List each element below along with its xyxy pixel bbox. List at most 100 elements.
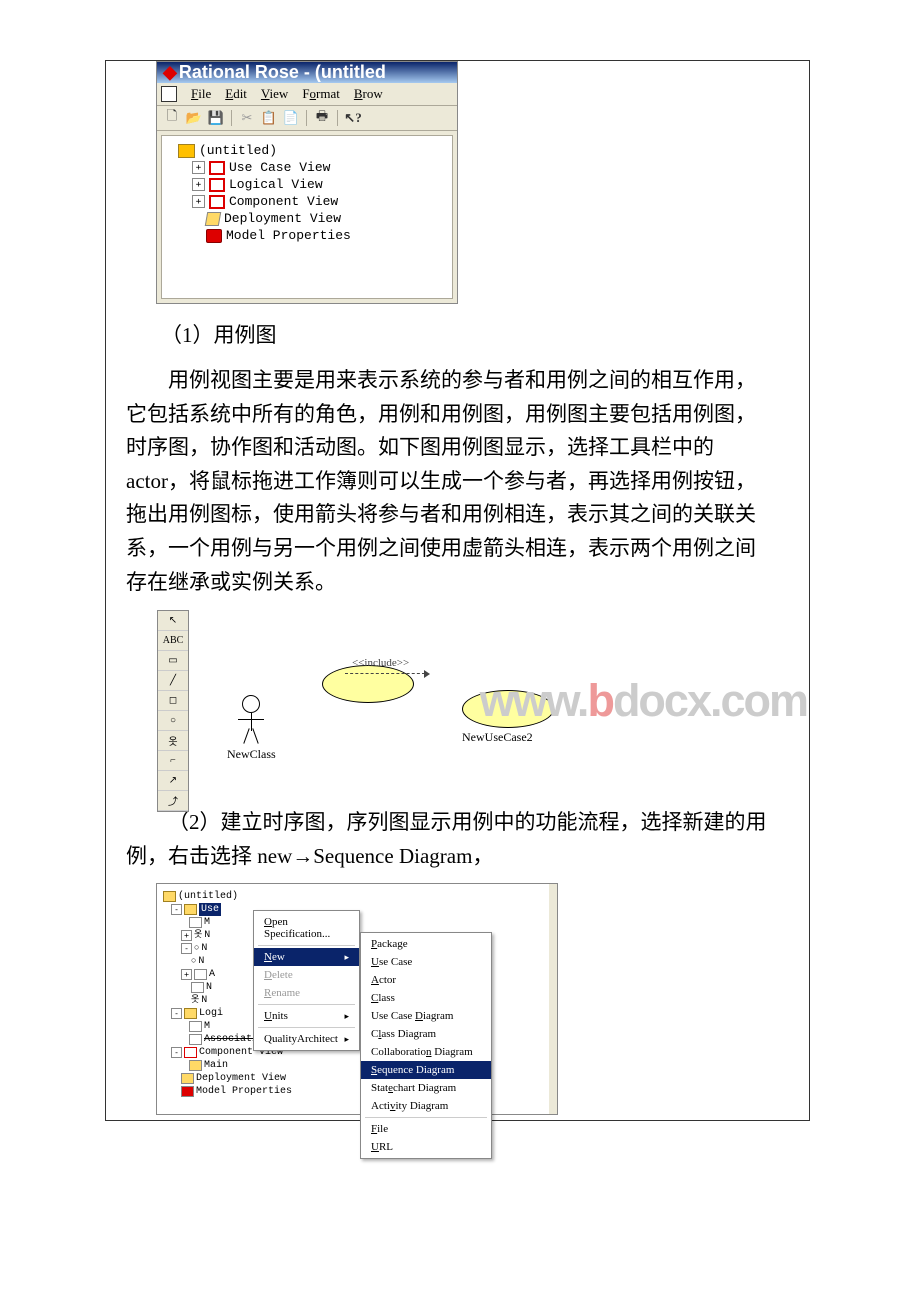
menu-open-specification[interactable]: Open Specification... [254,913,359,943]
expand-icon[interactable]: + [192,161,205,174]
menu-quality-architect[interactable]: QualityArchitect [254,1030,359,1048]
model-tree: (untitled) + Use Case View + Logical Vie… [161,135,453,299]
tree-icon [189,1060,202,1071]
menu-browse[interactable]: Brow [354,86,383,102]
tree-item-label: Model Properties [226,228,351,243]
menu-separator [258,1027,355,1028]
properties-icon [181,1086,194,1097]
folder-icon [184,904,197,915]
submenu-url[interactable]: URL [361,1138,491,1156]
collapse-icon[interactable]: - [171,1008,182,1019]
submenu-package[interactable]: Package [361,935,491,953]
new-icon[interactable]: 🗋 [163,110,181,126]
folder-icon [184,1047,197,1058]
tree-item[interactable]: + Component View [166,193,448,210]
expand-icon[interactable]: + [181,930,192,941]
tree-item-label: A [209,968,215,981]
collapse-icon[interactable]: - [181,943,192,954]
actor-label: NewClass [227,747,276,762]
properties-icon [206,229,222,243]
menu-rename[interactable]: Rename [254,984,359,1002]
toolbar: 🗋 📂 💾 ✂ 📋 📄 🖶 ↖? [157,106,457,131]
tree-item-label: Main [204,1059,228,1072]
deployment-icon [205,212,221,226]
tree-item-selected[interactable]: Use [199,903,221,916]
expand-icon[interactable]: + [192,178,205,191]
menu-separator [258,1004,355,1005]
document-frame: ◆Rational Rose - (untitled File Edit Vie… [105,60,810,1121]
submenu-class-diagram[interactable]: Class Diagram [361,1025,491,1043]
submenu-class[interactable]: Class [361,989,491,1007]
submenu-sequence-diagram[interactable]: Sequence Diagram [361,1061,491,1079]
palette-generalize-icon[interactable]: ⤴ [158,791,188,811]
palette-assoc-icon[interactable]: ⌐ [158,751,188,771]
tree-root[interactable]: (untitled) [166,142,448,159]
palette-package-icon[interactable]: ◻ [158,691,188,711]
tree-item-label: M [204,1020,210,1033]
tree-item-label: M [204,916,210,929]
tree-item-label: Logical View [229,177,323,192]
tree-icon [194,969,207,980]
paste-icon[interactable]: 📄 [282,110,300,126]
tree-item[interactable]: + Use Case View [166,159,448,176]
collapse-icon[interactable]: - [171,1047,182,1058]
submenu-activity-diagram[interactable]: Activity Diagram [361,1097,491,1115]
tree-item-label: N [198,955,204,968]
menu-file[interactable]: File [191,86,211,102]
rational-rose-window: ◆Rational Rose - (untitled File Edit Vie… [156,61,458,304]
tree-icon [189,917,202,928]
use-case-diagram-screenshot: ↖ ABC ▭ ╱ ◻ ○ 옷 ⌐ ↗ ⤴ NewClass <<include… [156,609,688,791]
cut-icon[interactable]: ✂ [238,110,256,126]
tree-root-label: (untitled) [199,143,277,158]
folder-icon [209,161,225,175]
open-icon[interactable]: 📂 [185,110,203,126]
usecase-1[interactable] [322,665,414,703]
expand-icon[interactable]: + [192,195,205,208]
folder-icon [163,891,176,902]
submenu-statechart-diagram[interactable]: Statechart Diagram [361,1079,491,1097]
scrollbar[interactable] [549,884,557,1114]
context-menu: Open Specification... New Delete Rename … [253,910,360,1051]
actor-figure[interactable]: NewClass [227,695,276,762]
tree-item-label: Use Case View [229,160,330,175]
menu-format[interactable]: Format [302,86,340,102]
section-heading-1: （1）用例图 [106,304,809,354]
menu-view[interactable]: View [261,86,288,102]
collapse-icon[interactable]: - [171,904,182,915]
tree-item[interactable]: Model Properties [166,227,448,244]
tree-item[interactable]: + Logical View [166,176,448,193]
palette-note-icon[interactable]: ▭ [158,651,188,671]
palette-usecase-icon[interactable]: ○ [158,711,188,731]
watermark: www.bdocx.com [480,675,807,727]
context-menu-screenshot: (untitled) - Use M +옷 N -○ N ○ N + A N 옷… [156,883,558,1115]
menu-bar: File Edit View Format Brow [157,83,457,106]
save-icon[interactable]: 💾 [207,110,225,126]
submenu-file[interactable]: File [361,1120,491,1138]
tree-item[interactable]: Deployment View [166,210,448,227]
tree-item-label: Deployment View [196,1072,286,1085]
tree-item-label: N [204,929,210,942]
palette-text-icon[interactable]: ABC [158,631,188,651]
menu-new[interactable]: New [254,948,359,966]
submenu-use-case-diagram[interactable]: Use Case Diagram [361,1007,491,1025]
menu-units[interactable]: Units [254,1007,359,1025]
copy-icon[interactable]: 📋 [260,110,278,126]
submenu-actor[interactable]: Actor [361,971,491,989]
print-icon[interactable]: 🖶 [313,110,331,126]
menu-edit[interactable]: Edit [225,86,247,102]
expand-icon[interactable]: + [181,969,192,980]
tree-icon [189,1034,202,1045]
tree-item-label: Component View [229,194,338,209]
palette-anchor-icon[interactable]: ╱ [158,671,188,691]
window-title: Rational Rose - (untitled [179,62,386,82]
tree-icon [191,982,204,993]
folder-icon [209,178,225,192]
submenu-collaboration-diagram[interactable]: Collaboration Diagram [361,1043,491,1061]
palette-depend-icon[interactable]: ↗ [158,771,188,791]
submenu-use-case[interactable]: Use Case [361,953,491,971]
menu-delete[interactable]: Delete [254,966,359,984]
help-icon[interactable]: ↖? [344,110,362,126]
palette-select-icon[interactable]: ↖ [158,611,188,631]
palette-actor-icon[interactable]: 옷 [158,731,188,751]
deployment-icon [181,1073,194,1084]
